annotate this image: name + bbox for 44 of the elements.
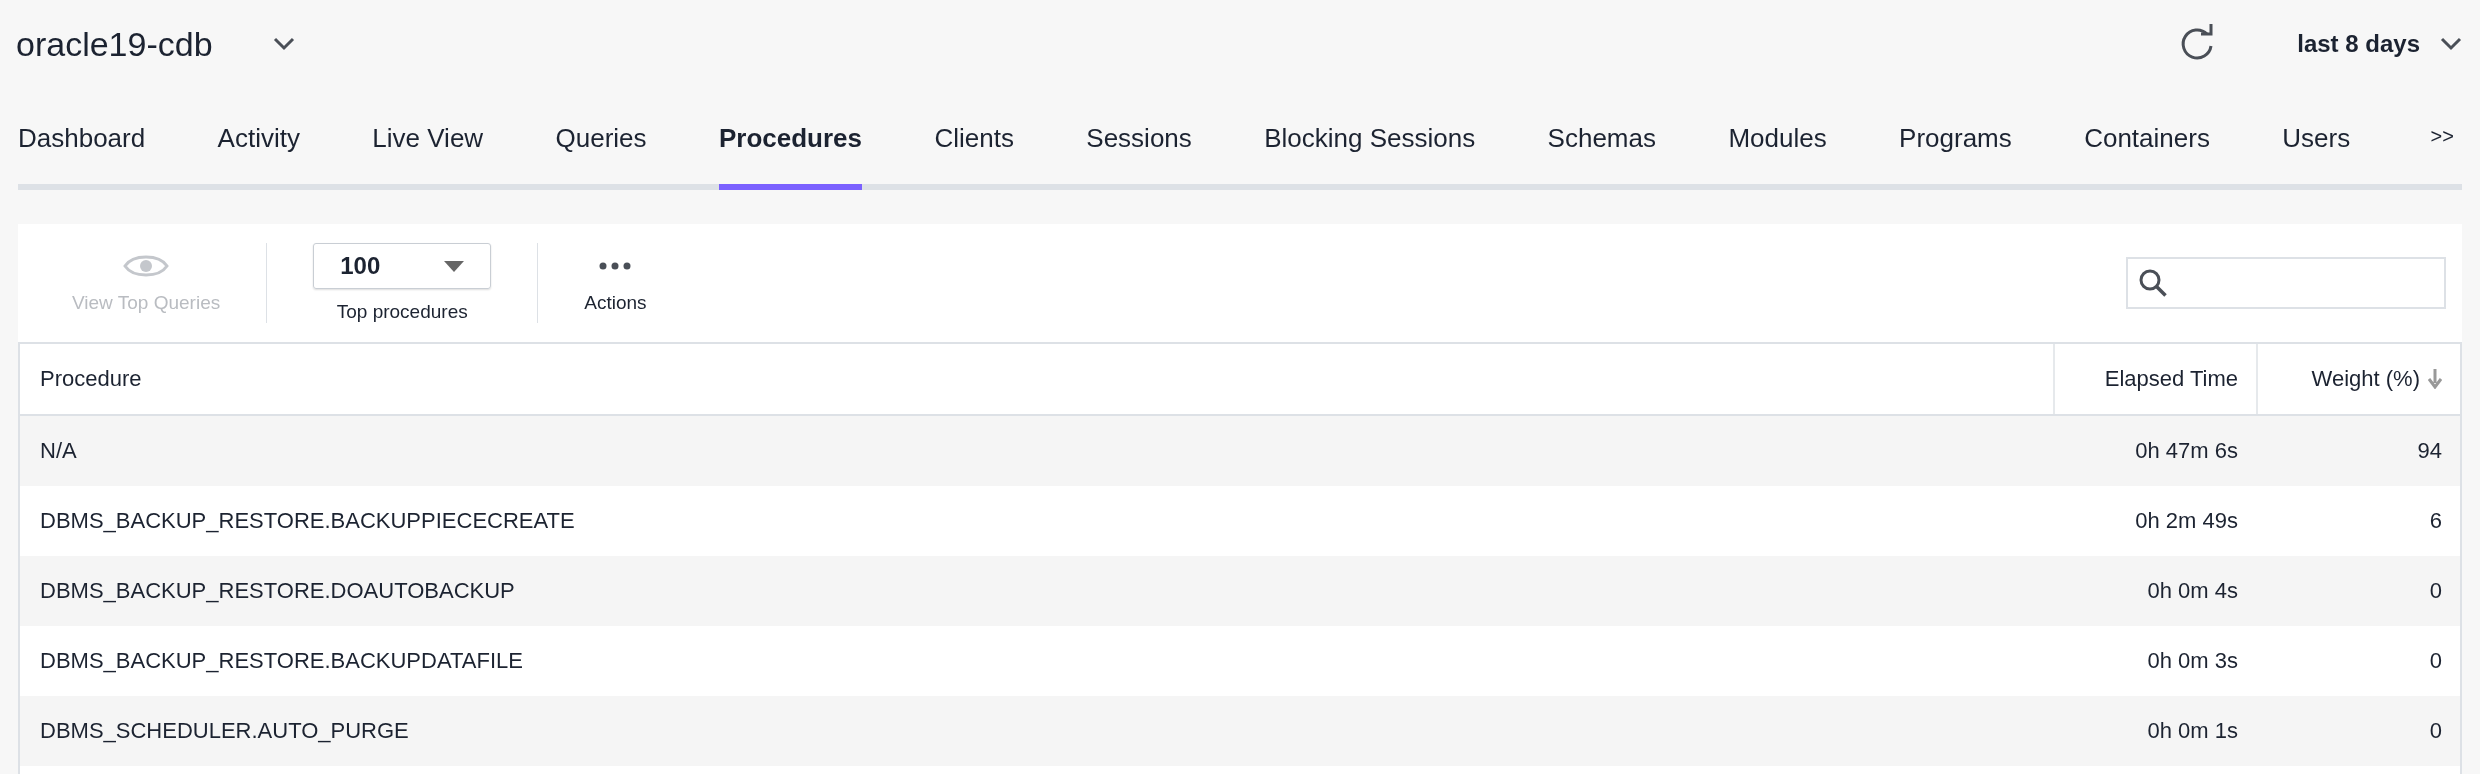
table-cell: 0h 0m 4s <box>2147 578 2238 604</box>
chevron-down-icon <box>2440 37 2462 51</box>
table-cell: DBMS_BACKUP_RESTORE.BACKUPPIECECREATE <box>40 508 575 534</box>
nav-tab[interactable]: Dashboard <box>18 88 146 190</box>
column-header[interactable]: Procedure <box>40 366 142 392</box>
table-cell: 94 <box>2417 438 2442 464</box>
nav-tab[interactable]: Programs <box>1899 88 2012 190</box>
nav-tab[interactable]: Users <box>2282 88 2351 190</box>
nav-tab[interactable]: Blocking Sessions <box>1264 88 1476 190</box>
nav-tab[interactable]: Procedures <box>718 88 863 190</box>
nav-tab[interactable]: Live View <box>372 88 484 190</box>
table-cell: N/A <box>40 438 77 464</box>
search-field[interactable] <box>2126 257 2446 309</box>
nav-tab[interactable]: Schemas <box>1547 88 1656 190</box>
table-cell: DBMS_BACKUP_RESTORE.BACKUPDATAFILE <box>40 648 523 674</box>
actions-button[interactable]: Actions <box>538 252 693 314</box>
table-cell: 0 <box>2429 648 2442 674</box>
table-cell: DBMS_SCHEDULER.AUTO_PURGE <box>40 718 409 744</box>
database-dropdown[interactable] <box>272 37 295 51</box>
table-cell: 0 <box>2429 718 2442 744</box>
table-cell: 0h 0m 3s <box>2147 648 2238 674</box>
time-range-dropdown[interactable]: last 8 days <box>2297 30 2462 58</box>
table-cell: DBMS_BACKUP_RESTORE.DOAUTOBACKUP <box>40 578 515 604</box>
more-dots-icon <box>599 262 632 270</box>
database-name: oracle19-cdb <box>16 24 213 64</box>
search-icon <box>2138 268 2168 298</box>
top-procedures-select[interactable]: 100 Top procedures <box>267 243 538 323</box>
column-header[interactable]: Weight (%) <box>2311 366 2420 392</box>
table-cell: 0h 0m 1s <box>2147 718 2238 744</box>
table-cell: 0h 2m 49s <box>2135 508 2238 534</box>
chevron-down-icon <box>272 37 295 51</box>
caret-down-icon <box>444 260 465 272</box>
table-cell: 0h 47m 6s <box>2135 438 2238 464</box>
sort-down-icon <box>2428 369 2442 389</box>
nav-tab[interactable]: Clients <box>934 88 1014 190</box>
table-cell: 6 <box>2429 508 2442 534</box>
column-header[interactable]: Elapsed Time <box>2104 366 2238 392</box>
nav-tab[interactable]: Activity <box>217 88 300 190</box>
table-cell: 0 <box>2429 578 2442 604</box>
nav-tab[interactable]: Sessions <box>1086 88 1192 190</box>
nav-tab[interactable]: Queries <box>555 88 647 190</box>
more-tabs-button[interactable]: >> <box>2422 88 2462 184</box>
nav-tab[interactable]: Modules <box>1728 88 1827 190</box>
nav-tab[interactable]: Containers <box>2084 88 2210 190</box>
